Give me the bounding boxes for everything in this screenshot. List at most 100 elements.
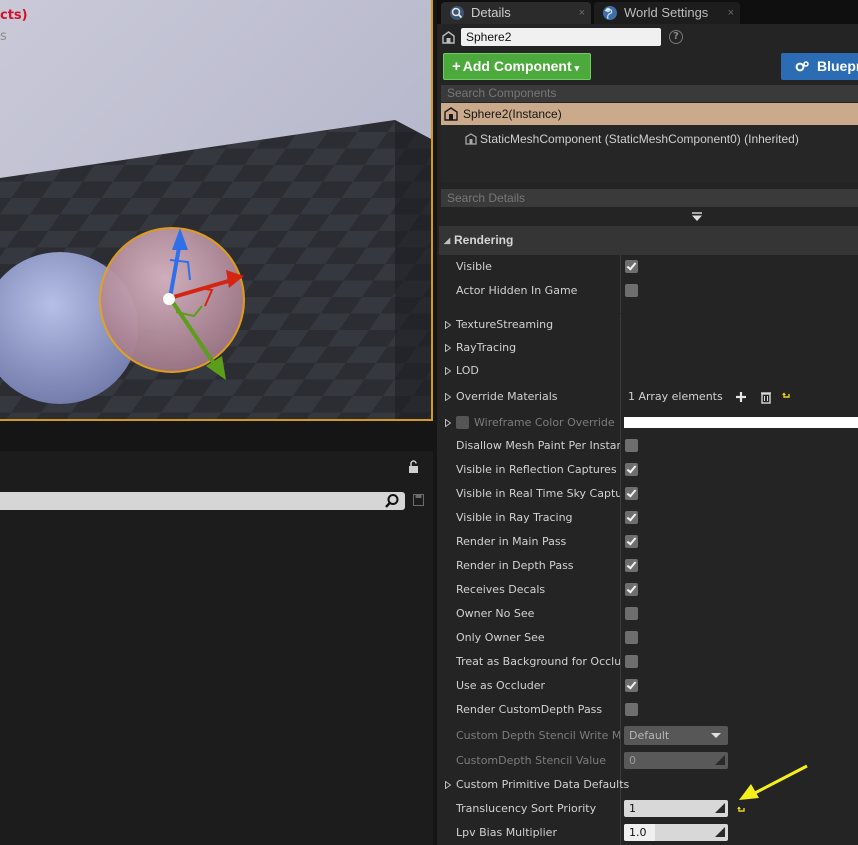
prop-checkbox-row: Owner No See bbox=[437, 602, 858, 626]
expand-arrow-icon[interactable] bbox=[445, 321, 451, 329]
property-checkbox[interactable] bbox=[625, 583, 638, 596]
viewport-scene bbox=[0, 0, 431, 419]
stencil-value-input[interactable]: 0 bbox=[624, 752, 728, 769]
numeric-value: 1 bbox=[629, 802, 636, 815]
reset-to-default-icon[interactable] bbox=[737, 806, 746, 815]
tab-details[interactable]: Details × bbox=[441, 2, 591, 24]
prop-label: CustomDepth Stencil Value bbox=[456, 754, 607, 767]
add-component-button[interactable]: + Add Component ▾ bbox=[443, 53, 591, 80]
tab-details-label: Details bbox=[471, 5, 511, 20]
close-icon[interactable]: × bbox=[728, 2, 734, 24]
level-viewport[interactable]: cts) s bbox=[0, 0, 433, 421]
close-icon[interactable]: × bbox=[579, 2, 585, 24]
prop-texture-streaming[interactable]: TextureStreaming bbox=[437, 313, 858, 337]
category-rendering[interactable]: ◢ Rendering bbox=[439, 226, 858, 255]
property-checkbox[interactable] bbox=[625, 439, 638, 452]
details-search-input[interactable]: Search Details bbox=[441, 189, 858, 207]
checkbox-wireframe-override[interactable] bbox=[456, 416, 469, 429]
help-icon[interactable]: ? bbox=[669, 30, 683, 44]
prop-lod[interactable]: LOD bbox=[437, 359, 858, 383]
prop-label: Disallow Mesh Paint Per Instance bbox=[456, 439, 620, 452]
actor-icon bbox=[442, 31, 455, 44]
component-search-input[interactable]: Search Components bbox=[441, 85, 858, 102]
prop-lpv-bias: Lpv Bias Multiplier 1.0 bbox=[437, 821, 858, 845]
prop-ray-tracing[interactable]: RayTracing bbox=[437, 336, 858, 360]
stencil-write-mask-dropdown[interactable]: Default bbox=[624, 726, 728, 745]
dropdown-value: Default bbox=[629, 729, 670, 742]
component-tree: Sphere2(Instance) StaticMeshComponent (S… bbox=[441, 103, 858, 183]
add-element-icon[interactable] bbox=[734, 390, 748, 404]
prop-label: Custom Depth Stencil Write Mask bbox=[456, 729, 620, 742]
blueprint-button[interactable]: Bluepr bbox=[781, 53, 858, 80]
prop-label: Override Materials bbox=[456, 390, 558, 403]
globe-icon bbox=[603, 6, 617, 20]
property-checkbox[interactable] bbox=[625, 535, 638, 548]
property-checkbox[interactable] bbox=[625, 559, 638, 572]
checkbox-actor-hidden[interactable] bbox=[625, 284, 638, 297]
prop-actor-hidden: Actor Hidden In Game bbox=[437, 279, 858, 303]
prop-checkbox-row: Only Owner See bbox=[437, 626, 858, 650]
component-root-item[interactable]: Sphere2(Instance) bbox=[441, 103, 858, 125]
property-checkbox[interactable] bbox=[625, 463, 638, 476]
translucency-sort-input[interactable]: 1 bbox=[624, 800, 728, 817]
static-mesh-icon bbox=[465, 133, 477, 145]
prop-label: Wireframe Color Override bbox=[474, 416, 615, 429]
plus-icon: + bbox=[452, 58, 461, 75]
lpv-bias-slider[interactable]: 1.0 bbox=[624, 824, 728, 841]
lock-icon[interactable] bbox=[407, 460, 421, 474]
actor-icon bbox=[444, 107, 458, 121]
prop-checkbox-row: Render in Depth Pass bbox=[437, 554, 858, 578]
prop-label: Visible in Real Time Sky Captures bbox=[456, 487, 620, 500]
save-search-icon[interactable] bbox=[413, 494, 424, 506]
property-checkbox[interactable] bbox=[625, 487, 638, 500]
filter-dropdown-icon[interactable] bbox=[691, 212, 703, 222]
component-root-label: Sphere2(Instance) bbox=[463, 107, 562, 121]
property-checkbox[interactable] bbox=[625, 631, 638, 644]
expand-arrow-icon[interactable] bbox=[445, 344, 451, 352]
array-count: 1 Array elements bbox=[628, 390, 723, 403]
numeric-value: 1.0 bbox=[629, 826, 647, 839]
prop-label: Lpv Bias Multiplier bbox=[456, 826, 557, 839]
drag-handle-icon[interactable] bbox=[715, 827, 725, 837]
property-checkbox[interactable] bbox=[625, 703, 638, 716]
component-child-item[interactable]: StaticMeshComponent (StaticMeshComponent… bbox=[463, 130, 799, 148]
property-list: ◢ Rendering Visible Actor Hidden In Game… bbox=[437, 226, 858, 845]
expand-arrow-icon[interactable] bbox=[445, 781, 451, 789]
tab-bar: Details × World Settings × bbox=[437, 0, 858, 24]
trash-icon[interactable] bbox=[759, 390, 773, 404]
reset-to-default-icon[interactable] bbox=[782, 392, 791, 401]
property-checkbox[interactable] bbox=[625, 511, 638, 524]
details-magnifier-icon bbox=[450, 6, 464, 20]
actor-name-input[interactable]: Sphere2 bbox=[461, 28, 661, 46]
prop-checkbox-row: Receives Decals bbox=[437, 578, 858, 602]
outliner-search-input[interactable] bbox=[0, 492, 405, 510]
checkbox-visible[interactable] bbox=[625, 260, 638, 273]
expand-arrow-icon[interactable] bbox=[445, 367, 451, 375]
property-checkbox[interactable] bbox=[625, 679, 638, 692]
property-checkbox[interactable] bbox=[625, 655, 638, 668]
prop-checkbox-row: Visible in Ray Tracing bbox=[437, 506, 858, 530]
add-component-label: Add Component bbox=[462, 58, 572, 74]
prop-label: Visible bbox=[456, 260, 492, 273]
prop-override-materials[interactable]: Override Materials 1 Array elements bbox=[437, 385, 858, 409]
prop-label: Translucency Sort Priority bbox=[456, 802, 597, 815]
prop-label: Owner No See bbox=[456, 607, 535, 620]
prop-checkbox-row: Treat as Background for Occlusion bbox=[437, 650, 858, 674]
chevron-down-icon: ▾ bbox=[574, 63, 580, 73]
prop-stencil-write-mask: Custom Depth Stencil Write Mask Default bbox=[437, 724, 858, 748]
prop-label: Treat as Background for Occlusion bbox=[456, 655, 620, 668]
search-icon[interactable] bbox=[384, 493, 400, 509]
prop-checkbox-row: Visible in Real Time Sky Captures bbox=[437, 482, 858, 506]
prop-label: Actor Hidden In Game bbox=[456, 284, 578, 297]
property-checkbox[interactable] bbox=[625, 607, 638, 620]
drag-handle-icon[interactable] bbox=[715, 755, 725, 765]
expand-arrow-icon[interactable] bbox=[445, 419, 451, 427]
color-swatch[interactable] bbox=[624, 417, 858, 428]
details-panel: Details × World Settings × Sphere2 ? + Ad… bbox=[437, 0, 858, 845]
prop-label: Visible in Reflection Captures bbox=[456, 463, 617, 476]
drag-handle-icon[interactable] bbox=[715, 803, 725, 813]
tab-world-settings[interactable]: World Settings × bbox=[594, 2, 740, 24]
expand-arrow-icon[interactable] bbox=[445, 393, 451, 401]
panel-strip bbox=[0, 423, 433, 451]
prop-wireframe-color[interactable]: Wireframe Color Override bbox=[437, 411, 858, 435]
